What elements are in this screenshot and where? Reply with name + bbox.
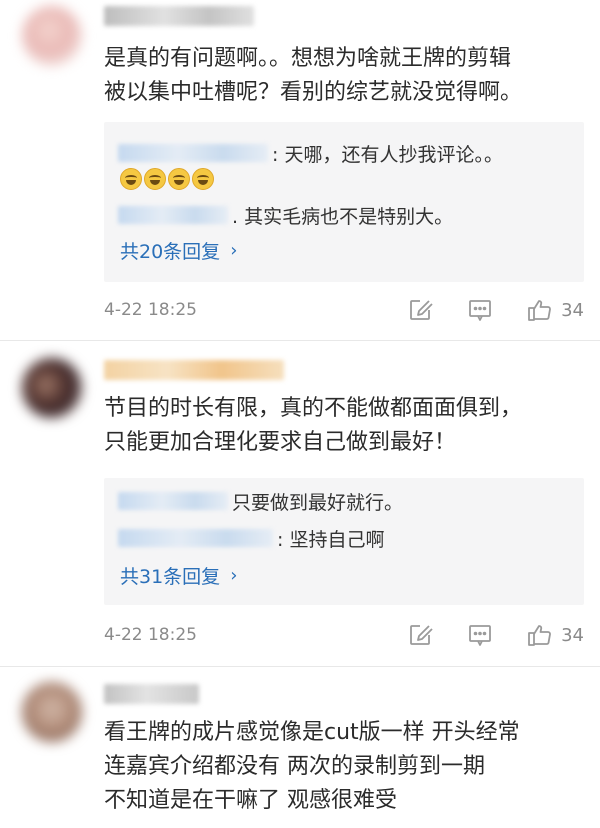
comment-footer: 4-22 18:25 34 — [104, 295, 584, 325]
repost-button[interactable] — [407, 297, 433, 323]
avatar[interactable] — [22, 358, 82, 418]
emoji-row — [120, 168, 214, 190]
username-blurred[interactable] — [104, 360, 284, 380]
reply-item[interactable]: : 坚持自己啊 — [118, 525, 384, 551]
reply-item[interactable]: 只要做到最好就行。 — [118, 488, 403, 514]
reply-text: . 其实毛病也不是特别大。 — [232, 205, 454, 228]
comment-feed: 是真的有问题啊。。想想为啥就王牌的剪辑 被以集中吐槽呢？看别的综艺就没觉得啊。 … — [0, 0, 600, 828]
reply-text: : 天哪，还有人抄我评论。。 — [272, 143, 503, 166]
reply-username-blurred[interactable] — [118, 206, 228, 224]
comment-text: 看王牌的成片感觉像是cut版一样 开头经常 连嘉宾介绍都没有 两次的录制剪到一期… — [104, 720, 520, 813]
chevron-right-icon: › — [230, 565, 238, 586]
reply-username-blurred[interactable] — [118, 529, 273, 547]
avatar[interactable] — [22, 6, 82, 66]
more-replies-link[interactable]: 共31条回复 › — [120, 562, 237, 589]
like-count: 34 — [561, 624, 584, 646]
comment-item: 是真的有问题啊。。想想为啥就王牌的剪辑 被以集中吐槽呢？看别的综艺就没觉得啊。 … — [0, 0, 600, 348]
comment-divider — [0, 666, 600, 667]
thumbs-up-icon — [528, 625, 551, 646]
reply-text: : 坚持自己啊 — [277, 528, 385, 551]
avatar[interactable] — [22, 682, 82, 742]
repost-button[interactable] — [407, 622, 433, 648]
reply-text: 只要做到最好就行。 — [232, 491, 404, 514]
reply-box[interactable]: 只要做到最好就行。 : 坚持自己啊 共31条回复 › — [104, 478, 584, 605]
username-blurred[interactable] — [104, 684, 199, 704]
more-replies-link[interactable]: 共20条回复 › — [120, 237, 237, 264]
edit-square-icon — [410, 625, 433, 645]
like-button[interactable]: 34 — [527, 622, 584, 648]
comment-text: 是真的有问题啊。。想想为啥就王牌的剪辑 被以集中吐槽呢？看别的综艺就没觉得啊。 — [104, 46, 523, 105]
more-replies-label: 共20条回复 — [120, 241, 221, 263]
comment-item: 节目的时长有限，真的不能做都面面俱到， 只能更加合理化要求自己做到最好！ 只要做… — [0, 348, 600, 668]
comment-actions: 34 — [373, 622, 584, 648]
laugh-cry-emoji-icon — [192, 168, 214, 190]
timestamp: 4-22 18:25 — [104, 625, 197, 645]
like-count: 34 — [561, 299, 584, 321]
more-replies-label: 共31条回复 — [120, 566, 221, 588]
reply-box[interactable]: : 天哪，还有人抄我评论。。 . 其实毛病也不是特别大。 共20条回复 › — [104, 122, 584, 282]
comment-button[interactable] — [467, 297, 493, 323]
thumbs-up-icon — [528, 300, 551, 321]
like-button[interactable]: 34 — [527, 297, 584, 323]
comment-text: 节目的时长有限，真的不能做都面面俱到， 只能更加合理化要求自己做到最好！ — [104, 396, 523, 455]
comment-bubble-icon — [469, 625, 491, 646]
laugh-cry-emoji-icon — [168, 168, 190, 190]
comment-actions: 34 — [373, 297, 584, 323]
edit-square-icon — [410, 300, 433, 320]
timestamp: 4-22 18:25 — [104, 300, 197, 320]
comment-divider — [0, 340, 600, 341]
comment-item: 看王牌的成片感觉像是cut版一样 开头经常 连嘉宾介绍都没有 两次的录制剪到一期… — [0, 668, 600, 828]
comment-footer: 4-22 18:25 34 — [104, 620, 584, 650]
comment-button[interactable] — [467, 622, 493, 648]
reply-username-blurred[interactable] — [118, 144, 268, 162]
comment-bubble-icon — [469, 300, 491, 321]
chevron-right-icon: › — [230, 240, 238, 261]
laugh-cry-emoji-icon — [120, 168, 142, 190]
laugh-cry-emoji-icon — [144, 168, 166, 190]
reply-item[interactable]: : 天哪，还有人抄我评论。。 — [118, 140, 503, 166]
reply-item[interactable]: . 其实毛病也不是特别大。 — [118, 202, 453, 228]
reply-username-blurred[interactable] — [118, 492, 228, 510]
username-blurred[interactable] — [104, 6, 254, 26]
